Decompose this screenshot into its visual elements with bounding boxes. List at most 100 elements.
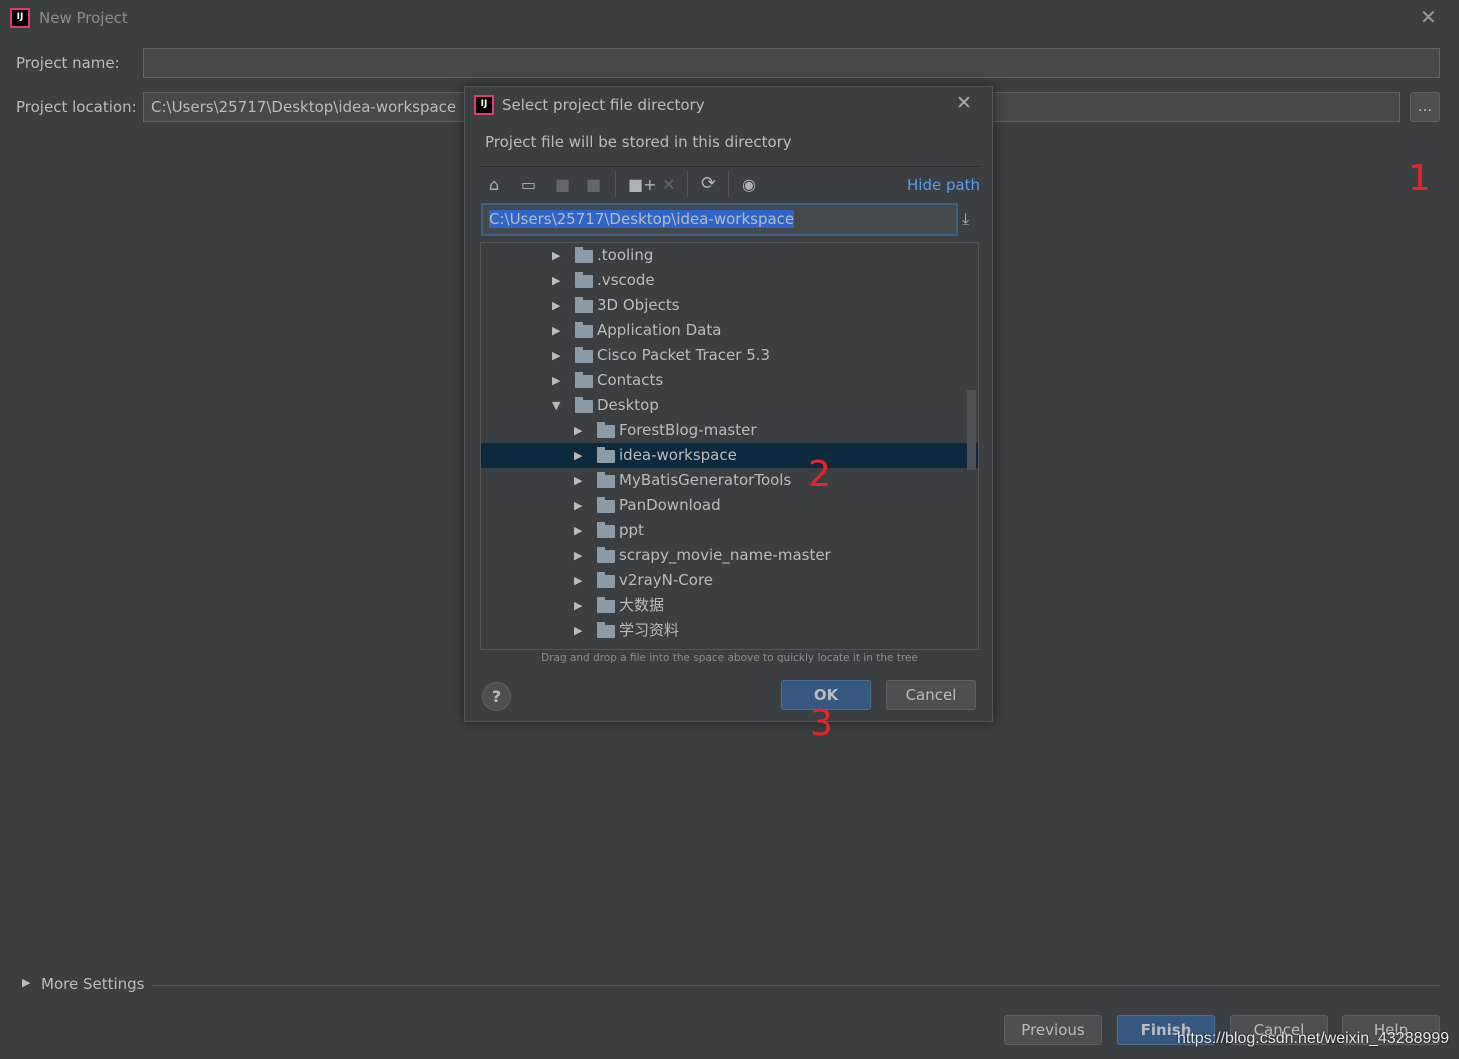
dialog-description: Project file will be stored in this dire… bbox=[485, 133, 792, 151]
collapsed-arrow-icon[interactable]: ▶ bbox=[574, 468, 582, 493]
directory-tree[interactable]: ▶ 学习资料 ▶ 大数据 ▶ v2rayN-Core ▶ scrapy_movie_name-… bbox=[480, 242, 979, 650]
tree-item[interactable]: ▶ idea-workspace bbox=[481, 443, 978, 468]
folder-icon bbox=[575, 272, 593, 288]
drag-drop-hint: Drag and drop a file into the space abov… bbox=[541, 652, 918, 664]
folder-icon bbox=[575, 347, 593, 363]
folder-icon bbox=[575, 397, 593, 413]
tree-item-label: Desktop bbox=[597, 396, 659, 414]
collapsed-arrow-icon[interactable]: ▶ bbox=[574, 518, 582, 543]
watermark: https://blog.csdn.net/weixin_43288999 bbox=[1177, 1030, 1450, 1047]
folder-icon bbox=[575, 247, 593, 263]
folder-icon bbox=[597, 522, 615, 538]
tree-item[interactable]: ▶ Contacts bbox=[481, 368, 978, 393]
home-icon[interactable]: ⌂ bbox=[489, 175, 499, 194]
tree-item-label: .vscode bbox=[597, 271, 655, 289]
collapsed-arrow-icon[interactable]: ▶ bbox=[574, 418, 582, 443]
collapsed-arrow-icon[interactable]: ▶ bbox=[574, 443, 582, 468]
intellij-logo-icon: IJ bbox=[474, 95, 494, 115]
refresh-icon[interactable]: ⟳ bbox=[701, 173, 716, 194]
dialog-close-icon[interactable]: ✕ bbox=[956, 92, 972, 114]
annotation-3: 3 bbox=[810, 703, 833, 744]
collapsed-arrow-icon[interactable]: ▶ bbox=[574, 568, 582, 593]
tree-item[interactable]: ▼ Desktop bbox=[481, 393, 978, 418]
tree-item[interactable]: ▶ 学习资料 bbox=[481, 618, 978, 643]
tree-item[interactable]: ▶ Application Data bbox=[481, 318, 978, 343]
folder-icon bbox=[575, 322, 593, 338]
intellij-logo-icon: IJ bbox=[10, 8, 30, 28]
tree-item-label: ForestBlog-master bbox=[619, 421, 757, 439]
collapsed-arrow-icon[interactable]: ▶ bbox=[552, 243, 560, 268]
previous-button[interactable]: Previous bbox=[1004, 1015, 1102, 1045]
collapsed-arrow-icon[interactable]: ▶ bbox=[552, 368, 560, 393]
tree-item[interactable]: ▶ .tooling bbox=[481, 243, 978, 268]
tree-item-label: 大数据 bbox=[619, 596, 665, 614]
expand-arrow-icon[interactable]: ▶ bbox=[22, 976, 30, 989]
tree-item[interactable]: ▶ 大数据 bbox=[481, 593, 978, 618]
tree-item-label: 学习资料 bbox=[619, 621, 680, 639]
collapsed-arrow-icon[interactable]: ▶ bbox=[574, 543, 582, 568]
tree-item[interactable]: ▶ ppt bbox=[481, 518, 978, 543]
tree-item-label: Contacts bbox=[597, 371, 664, 389]
tree-item-label: v2rayN-Core bbox=[619, 571, 714, 589]
folder-icon bbox=[597, 422, 615, 438]
select-directory-dialog: IJ Select project file directory ✕ Proje… bbox=[464, 86, 993, 722]
collapsed-arrow-icon[interactable]: ▶ bbox=[552, 318, 560, 343]
delete-icon[interactable]: ✕ bbox=[662, 175, 675, 194]
project-name-input[interactable] bbox=[143, 48, 1440, 78]
collapsed-arrow-icon[interactable]: ▶ bbox=[574, 618, 582, 643]
module-folder-icon[interactable]: ■ bbox=[586, 175, 601, 194]
tree-item-label: scrapy_movie_name-master bbox=[619, 546, 831, 564]
dialog-title: Select project file directory bbox=[502, 96, 705, 114]
folder-icon bbox=[575, 297, 593, 313]
tree-item[interactable]: ▶ MyBatisGeneratorTools bbox=[481, 468, 978, 493]
browse-button[interactable]: ... bbox=[1410, 92, 1440, 122]
divider bbox=[728, 171, 729, 197]
download-icon[interactable]: ⤓ bbox=[962, 209, 969, 229]
divider bbox=[480, 166, 979, 167]
folder-icon bbox=[575, 372, 593, 388]
tree-item-label: ppt bbox=[619, 521, 644, 539]
expanded-arrow-icon[interactable]: ▼ bbox=[552, 393, 560, 418]
folder-icon bbox=[597, 547, 615, 563]
path-input[interactable]: C:\Users\25717\Desktop\idea-workspace bbox=[481, 203, 958, 236]
tree-item-label: MyBatisGeneratorTools bbox=[619, 471, 792, 489]
hide-path-link[interactable]: Hide path bbox=[907, 176, 980, 194]
divider bbox=[615, 171, 616, 197]
new-folder-icon[interactable]: ■+ bbox=[628, 175, 657, 194]
folder-icon bbox=[597, 447, 615, 463]
show-hidden-icon[interactable]: ◉ bbox=[742, 175, 756, 194]
collapsed-arrow-icon[interactable]: ▶ bbox=[574, 493, 582, 518]
collapsed-arrow-icon[interactable]: ▶ bbox=[552, 343, 560, 368]
tree-item-label: Cisco Packet Tracer 5.3 bbox=[597, 346, 771, 364]
annotation-1: 1 bbox=[1408, 158, 1431, 199]
tree-item-label: .tooling bbox=[597, 246, 654, 264]
tree-item[interactable]: ▶ PanDownload bbox=[481, 493, 978, 518]
tree-item[interactable]: ▶ scrapy_movie_name-master bbox=[481, 543, 978, 568]
collapsed-arrow-icon[interactable]: ▶ bbox=[552, 293, 560, 318]
tree-item[interactable]: ▶ v2rayN-Core bbox=[481, 568, 978, 593]
dialog-cancel-button[interactable]: Cancel bbox=[886, 680, 976, 710]
tree-scrollbar[interactable] bbox=[967, 390, 976, 470]
window-title: New Project bbox=[39, 9, 128, 27]
tree-item[interactable]: ▶ ForestBlog-master bbox=[481, 418, 978, 443]
project-name-label: Project name: bbox=[16, 54, 120, 72]
desktop-icon[interactable]: ▭ bbox=[521, 175, 536, 194]
folder-icon bbox=[597, 497, 615, 513]
collapsed-arrow-icon[interactable]: ▶ bbox=[552, 268, 560, 293]
tree-item[interactable]: ▶ 3D Objects bbox=[481, 293, 978, 318]
tree-item-label: 3D Objects bbox=[597, 296, 680, 314]
annotation-2: 2 bbox=[808, 454, 831, 495]
folder-icon bbox=[597, 622, 615, 638]
project-folder-icon[interactable]: ■ bbox=[555, 175, 570, 194]
path-input-value: C:\Users\25717\Desktop\idea-workspace bbox=[489, 210, 795, 228]
tree-item[interactable]: ▶ .vscode bbox=[481, 268, 978, 293]
close-icon[interactable]: ✕ bbox=[1420, 5, 1437, 29]
tree-item-label: PanDownload bbox=[619, 496, 721, 514]
help-icon[interactable]: ? bbox=[482, 682, 511, 711]
folder-icon bbox=[597, 597, 615, 613]
collapsed-arrow-icon[interactable]: ▶ bbox=[574, 593, 582, 618]
more-settings-toggle[interactable]: More Settings bbox=[41, 975, 144, 993]
folder-icon bbox=[597, 472, 615, 488]
title-bar: IJ New Project ✕ bbox=[0, 0, 1459, 36]
tree-item[interactable]: ▶ Cisco Packet Tracer 5.3 bbox=[481, 343, 978, 368]
